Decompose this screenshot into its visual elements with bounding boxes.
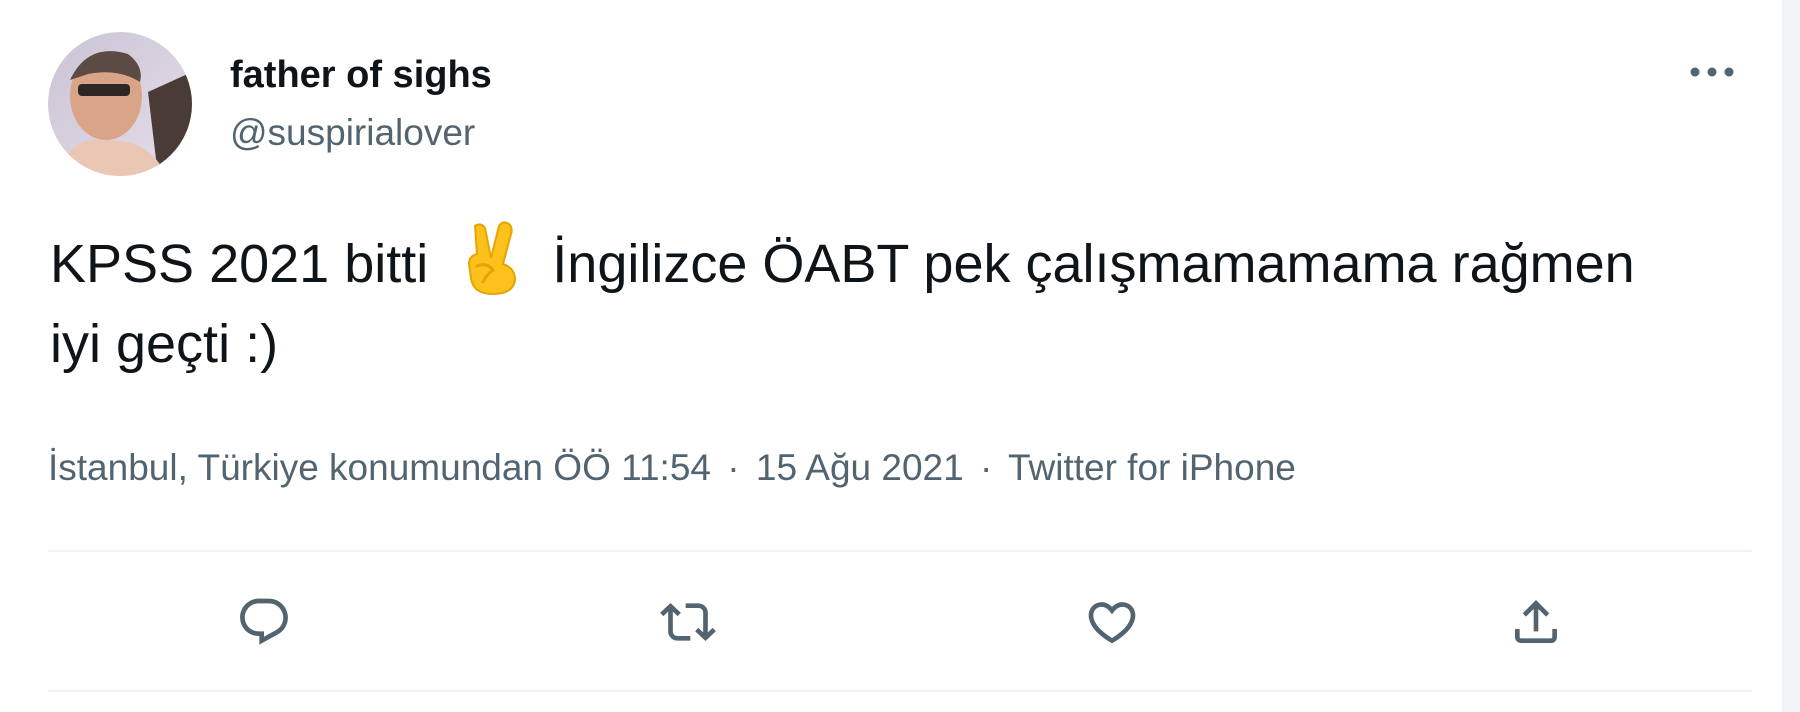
more-options-button[interactable] bbox=[1680, 50, 1744, 94]
tweet-text-part1: KPSS 2021 bitti bbox=[50, 234, 429, 294]
tweet-header: father of sighs @suspirialover bbox=[48, 32, 492, 176]
reply-button[interactable] bbox=[232, 590, 296, 654]
meta-separator: · bbox=[979, 447, 993, 488]
divider bbox=[48, 550, 1752, 552]
tweet-text: KPSS 2021 bitti İngilizce ÖABT pek çalış… bbox=[50, 220, 1690, 384]
tweet-source[interactable]: Twitter for iPhone bbox=[1008, 447, 1296, 488]
retweet-icon bbox=[660, 603, 716, 641]
victory-hand-emoji bbox=[459, 220, 525, 296]
like-icon bbox=[1088, 602, 1136, 644]
like-button[interactable] bbox=[1080, 590, 1144, 654]
tweet-meta: İstanbul, Türkiye konumundan ÖÖ 11:54 · … bbox=[48, 444, 1296, 492]
more-icon bbox=[1690, 67, 1734, 77]
share-button[interactable] bbox=[1504, 590, 1568, 654]
display-name[interactable]: father of sighs bbox=[230, 51, 492, 99]
avatar[interactable] bbox=[48, 32, 192, 176]
meta-separator: · bbox=[727, 447, 740, 488]
retweet-button[interactable] bbox=[656, 590, 720, 654]
reply-icon bbox=[240, 598, 288, 645]
author-names: father of sighs @suspirialover bbox=[230, 32, 492, 176]
share-icon bbox=[1515, 600, 1557, 643]
tweet-date[interactable]: 15 Ağu 2021 bbox=[756, 447, 964, 488]
user-handle[interactable]: @suspirialover bbox=[230, 109, 492, 157]
tweet-time[interactable]: ÖÖ 11:54 bbox=[553, 447, 711, 488]
avatar-image bbox=[48, 32, 192, 176]
tweet-card: father of sighs @suspirialover KPSS 2021… bbox=[0, 0, 1800, 712]
tweet-actions bbox=[0, 590, 1800, 654]
divider bbox=[48, 690, 1752, 692]
tweet-location[interactable]: İstanbul, Türkiye konumundan bbox=[48, 447, 543, 488]
